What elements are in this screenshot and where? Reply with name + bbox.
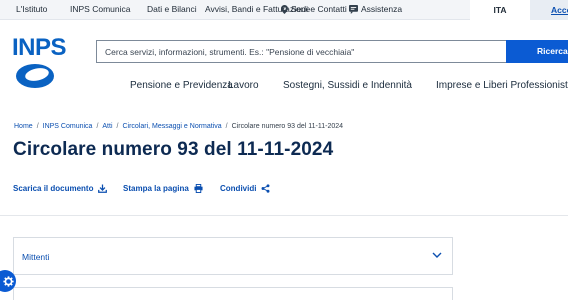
top-utility-bar: L'Istituto INPS Comunica Dati e Bilanci …: [0, 0, 568, 20]
logo-text: INPS: [12, 34, 67, 61]
map-pin-icon: [281, 4, 288, 14]
nav-item-pensione[interactable]: Pensione e Previdenza: [130, 80, 233, 91]
section-divider: [0, 215, 568, 216]
accordion-next[interactable]: [13, 287, 453, 300]
breadcrumb-home[interactable]: Home: [14, 123, 33, 130]
topbar-link-assistenza[interactable]: Assistenza: [349, 4, 402, 14]
topbar-link-dati[interactable]: Dati e Bilanci: [147, 4, 197, 14]
topbar-link-sedi-label: Sedi e Contatti: [291, 4, 347, 14]
nav-item-imprese[interactable]: Imprese e Liberi Professionisti: [436, 80, 568, 91]
breadcrumb: Home / INPS Comunica / Atti / Circolari, Messa…: [14, 123, 343, 130]
breadcrumb-atti[interactable]: Atti: [102, 123, 112, 130]
breadcrumb-separator: /: [225, 123, 228, 130]
nav-item-lavoro[interactable]: Lavoro: [228, 80, 259, 91]
language-selector[interactable]: ITA: [470, 0, 530, 20]
share-icon: [261, 184, 270, 193]
share-button[interactable]: Condividi: [220, 184, 270, 193]
login-button[interactable]: Accedi: [530, 0, 568, 20]
topbar-link-istituto[interactable]: L'Istituto: [16, 4, 47, 14]
topbar-link-assistenza-label: Assistenza: [361, 4, 403, 14]
share-label: Condividi: [220, 184, 257, 193]
nav-item-sostegni[interactable]: Sostegni, Sussidi e Indennità: [283, 80, 412, 91]
breadcrumb-separator: /: [116, 123, 119, 130]
search-button[interactable]: Ricerca: [506, 40, 568, 63]
breadcrumb-comunica[interactable]: INPS Comunica: [43, 123, 93, 130]
breadcrumb-separator: /: [36, 123, 39, 130]
breadcrumb-separator: /: [96, 123, 99, 130]
page-title: Circolare numero 93 del 11-11-2024: [13, 139, 334, 160]
download-document-button[interactable]: Scarica il documento: [13, 184, 108, 193]
print-icon: [194, 184, 203, 193]
chevron-down-icon: [432, 252, 442, 258]
download-icon: [98, 184, 108, 193]
print-label: Stampa la pagina: [123, 184, 189, 193]
breadcrumb-circolari[interactable]: Circolari, Messaggi e Normativa: [122, 123, 221, 130]
accordion-mittenti[interactable]: Mittenti: [13, 237, 453, 275]
breadcrumb-current: Circolare numero 93 del 11-11-2024: [231, 123, 344, 130]
accordion-mittenti-label: Mittenti: [22, 252, 50, 262]
document-actions: Scarica il documento Stampa la pagina Co…: [0, 184, 568, 196]
gear-icon: [2, 275, 14, 287]
chat-icon: [349, 4, 358, 14]
download-label: Scarica il documento: [13, 184, 94, 193]
search-input[interactable]: Cerca servizi, informazioni, strumenti. …: [96, 40, 506, 63]
main-nav: Pensione e Previdenza Lavoro Sostegni, S…: [0, 80, 568, 94]
print-page-button[interactable]: Stampa la pagina: [123, 184, 203, 193]
topbar-link-sedi[interactable]: Sedi e Contatti: [281, 4, 347, 14]
topbar-link-comunica[interactable]: INPS Comunica: [70, 4, 130, 14]
